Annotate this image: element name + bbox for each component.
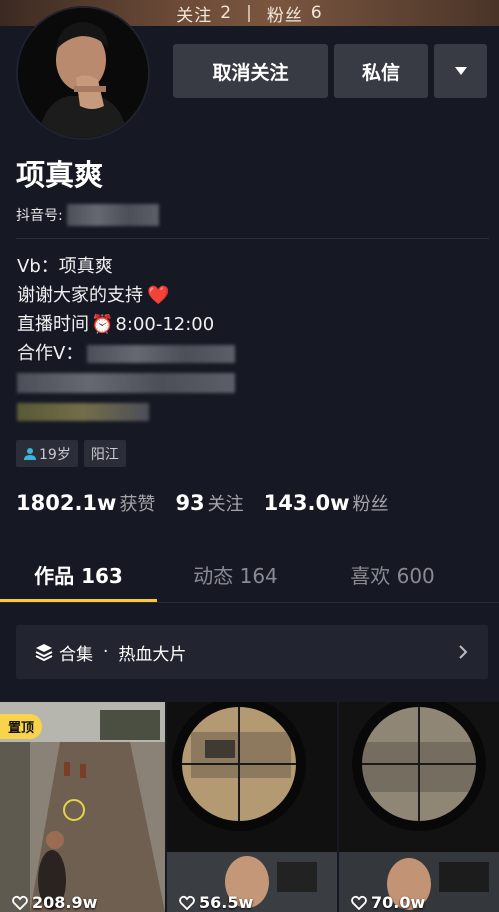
video-thumbnail[interactable]: 置顶 208.9w: [0, 702, 165, 912]
bio-text: Vb：项真爽: [17, 256, 113, 277]
profile-tags: 19岁 阳江: [16, 440, 126, 467]
douyin-id: 抖音号:: [16, 204, 159, 226]
heart-outline-icon: [179, 895, 195, 910]
bio-line: [17, 397, 235, 426]
live-time: 8:00-12:00: [115, 314, 215, 335]
tab-likes[interactable]: 喜欢 600: [314, 556, 471, 602]
bio-text: 谢谢大家的支持: [17, 285, 143, 306]
douyin-id-label: 抖音号:: [16, 208, 63, 224]
bio-line: 谢谢大家的支持 ❤️: [17, 281, 235, 310]
collection-bar[interactable]: 合集 · 热血大片: [16, 625, 488, 679]
tab-posts[interactable]: 动态 164: [157, 556, 314, 602]
unfollow-label: 取消关注: [212, 61, 289, 84]
likes-count: 70.0w: [371, 893, 426, 912]
likes-value: 1802.1w: [16, 491, 117, 515]
fans-label: 粉丝: [266, 5, 303, 26]
triangle-down-icon: [454, 67, 467, 75]
fans-label[interactable]: 粉丝: [353, 490, 389, 516]
heart-outline-icon: [351, 895, 367, 910]
location-label: 阳江: [90, 446, 119, 463]
fans-count: 6: [310, 3, 323, 23]
redacted-contact: [87, 344, 236, 363]
video-thumbnail-image: [167, 702, 337, 912]
tabs-divider: [0, 602, 499, 603]
video-likes: 70.0w: [351, 893, 425, 912]
bio-line: 直播时间 ⏰ 8:00-12:00: [17, 310, 235, 339]
layers-icon: [35, 644, 53, 662]
separator: |: [246, 3, 253, 23]
video-likes: 208.9w: [12, 893, 97, 912]
alarm-clock-icon: ⏰: [91, 314, 114, 335]
bio-text: 直播时间: [17, 314, 89, 335]
person-icon: [24, 447, 36, 460]
collection-title: 热血大片: [118, 644, 187, 665]
profile-stats: 1802.1w 获赞 93 关注 143.0w 粉丝: [16, 490, 409, 516]
bio-text: 合作V：: [17, 343, 84, 364]
heart-outline-icon: [12, 895, 28, 910]
message-label: 私信: [361, 61, 400, 84]
following-value[interactable]: 93: [175, 491, 204, 515]
age-label: 19岁: [39, 446, 71, 463]
age-tag: 19岁: [16, 440, 78, 467]
redacted-text: [17, 372, 235, 393]
content-tabs: 作品 163 动态 164 喜欢 600: [0, 556, 499, 602]
redacted-text: [17, 402, 149, 421]
following-label: 关注: [176, 5, 213, 26]
bio: Vb：项真爽 谢谢大家的支持 ❤️ 直播时间 ⏰ 8:00-12:00 合作V：: [17, 252, 236, 426]
message-button[interactable]: 私信: [334, 44, 428, 98]
video-likes: 56.5w: [179, 893, 253, 912]
likes-count: 208.9w: [32, 893, 98, 912]
fans-value[interactable]: 143.0w: [264, 491, 350, 515]
location-tag: 阳江: [83, 440, 126, 467]
video-thumbnail[interactable]: 70.0w: [339, 702, 499, 912]
collection-dot: ·: [103, 642, 109, 662]
likes-label: 获赞: [119, 494, 156, 515]
divider: [16, 238, 489, 239]
video-thumbnail[interactable]: 56.5w: [167, 702, 337, 912]
heart-icon: ❤️: [147, 285, 170, 306]
collection-label: 合集: [59, 644, 93, 665]
bio-line: Vb：项真爽: [17, 252, 235, 281]
more-button[interactable]: [434, 44, 487, 98]
chevron-right-icon: [459, 645, 468, 659]
pinned-badge: 置顶: [0, 714, 43, 739]
bio-line: 合作V：: [17, 339, 236, 368]
avatar-photo: [18, 8, 148, 138]
tab-works[interactable]: 作品 163: [0, 556, 157, 602]
avatar[interactable]: [16, 6, 150, 140]
video-grid: 置顶 208.9w 56.5w 70.0w: [0, 702, 499, 912]
likes-count: 56.5w: [199, 893, 254, 912]
following-label[interactable]: 关注: [208, 490, 244, 516]
following-count: 2: [220, 3, 233, 23]
username: 项真爽: [16, 158, 104, 192]
unfollow-button[interactable]: 取消关注: [173, 44, 328, 98]
video-thumbnail-image: [339, 702, 499, 912]
redacted-id: [66, 204, 159, 226]
bio-line: [17, 368, 235, 397]
